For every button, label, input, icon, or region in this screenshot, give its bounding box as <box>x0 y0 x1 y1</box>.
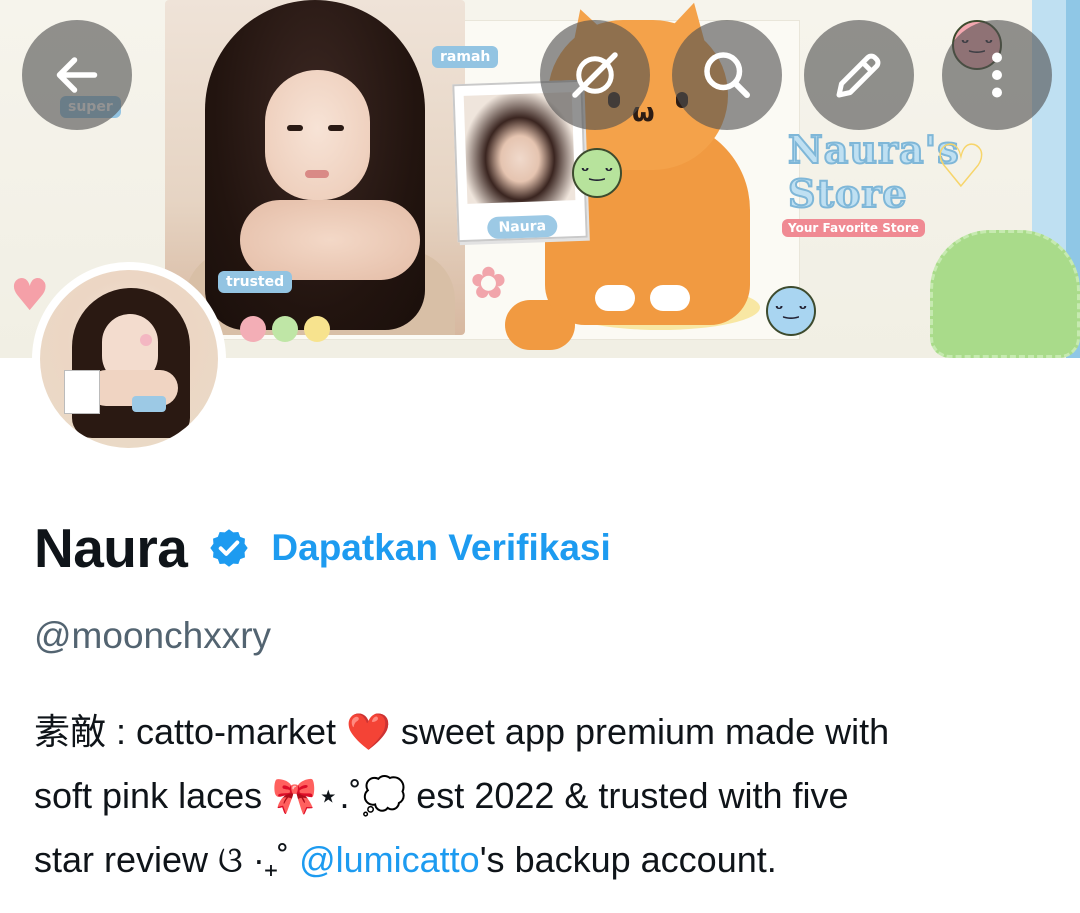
tag-trusted: trusted <box>218 271 293 293</box>
flower-sticker: ✿ <box>470 258 507 309</box>
store-subtitle: Your Favorite Store <box>782 219 925 237</box>
username-handle: @moonchxxry <box>34 615 272 656</box>
profile-bio: 素敵 : catto-market ❤️ sweet app premium m… <box>34 700 1054 892</box>
bio-line-1: 素敵 : catto-market ❤️ sweet app premium m… <box>34 711 890 752</box>
pencil-icon <box>836 53 881 98</box>
avatar[interactable] <box>40 270 218 448</box>
mention-link[interactable]: @lumicatto <box>299 839 480 880</box>
smiley-sticker: ᵕ‿ᵕ <box>572 148 622 198</box>
search-button[interactable] <box>672 20 782 130</box>
verified-badge-icon[interactable] <box>207 526 251 570</box>
green-heart-sticker <box>930 230 1080 358</box>
bio-text: star review ଓ ·₊˚ <box>34 839 300 880</box>
more-options-button[interactable] <box>942 20 1052 130</box>
name-row: Naura Dapatkan Verifikasi <box>34 510 611 586</box>
display-name: Naura <box>34 517 188 579</box>
bio-line-2: soft pink laces 🎀⋆.˚💭 est 2022 & trusted… <box>34 775 849 816</box>
polaroid-label: Naura <box>486 214 558 240</box>
edit-profile-button[interactable] <box>804 20 914 130</box>
smiley-sticker: ᵕ‿ᵕ <box>766 286 816 336</box>
grok-icon <box>572 52 618 98</box>
more-vertical-icon <box>992 52 1002 98</box>
back-button[interactable] <box>22 20 132 130</box>
heart-outline-sticker: ♡ <box>934 132 988 202</box>
grok-button[interactable] <box>540 20 650 130</box>
tag-ramah: ramah <box>432 46 499 68</box>
bio-line-3: star review ଓ ·₊˚ @lumicatto's backup ac… <box>34 828 1054 892</box>
arrow-left-icon <box>56 57 98 93</box>
search-icon <box>704 52 750 98</box>
store-title: Naura's Store <box>787 127 960 217</box>
color-dots <box>240 316 336 346</box>
banner-photo <box>165 0 465 335</box>
bio-text: 's backup account. <box>479 839 777 880</box>
get-verified-link[interactable]: Dapatkan Verifikasi <box>271 527 610 569</box>
